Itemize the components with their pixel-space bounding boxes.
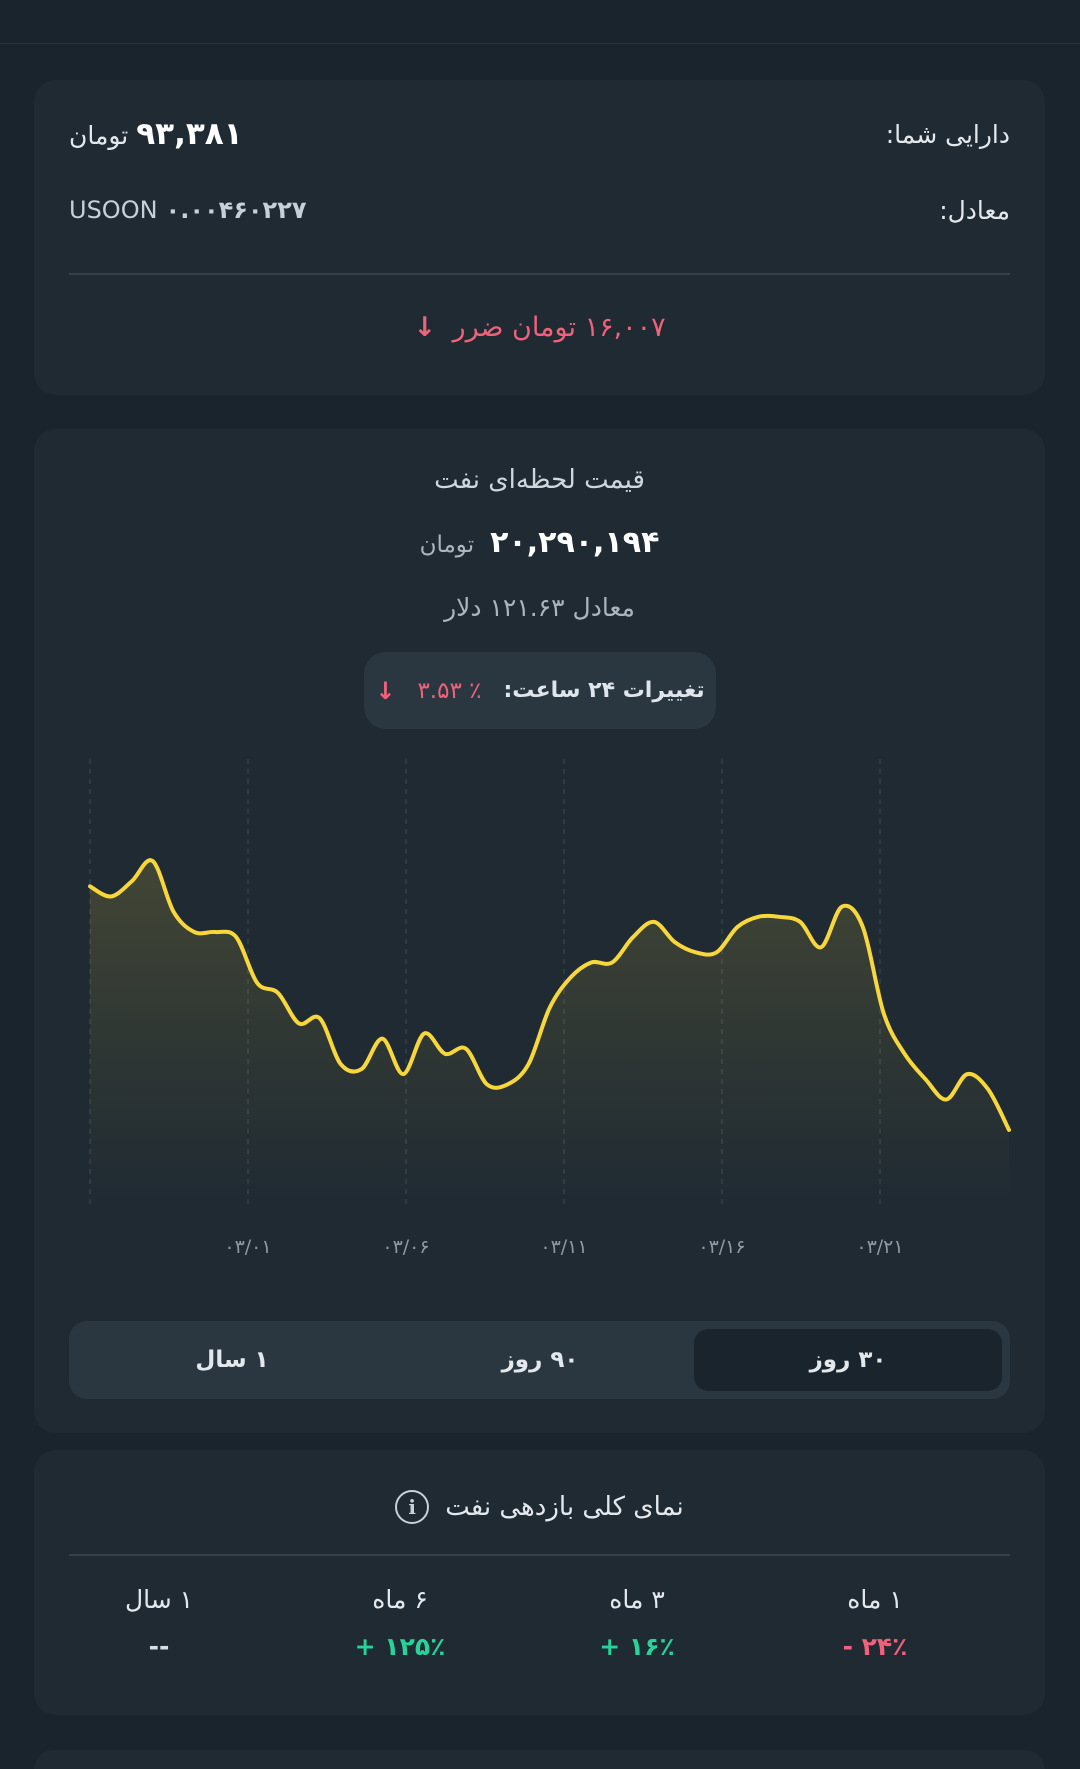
price-row: تومان ۲۰,۲۹۰,۱۹۴ xyxy=(34,525,1045,560)
assets-divider xyxy=(69,273,1010,275)
performance-item: ۱ ماه - ۲۴٪ xyxy=(775,1585,975,1661)
performance-value: + ۱۲۵٪ xyxy=(354,1632,446,1661)
performance-value: + ۱۶٪ xyxy=(599,1632,675,1661)
performance-item: ۶ ماه + ۱۲۵٪ xyxy=(300,1585,500,1661)
change-value: ٪ ۳.۵۳ xyxy=(417,677,482,704)
performance-period: ۱ سال xyxy=(124,1585,194,1614)
performance-value: -- xyxy=(148,1632,170,1661)
profit-loss: ۱۶,۰۰۷ تومان ضرر ↓ xyxy=(34,312,1045,343)
x-tick-label: ۰۳/۰۱ xyxy=(224,1236,271,1258)
arrow-down-icon: ↓ xyxy=(375,676,396,705)
change-label: تغییرات ۲۴ ساعت: xyxy=(503,678,705,703)
change-badge: تغییرات ۲۴ ساعت: ٪ ۳.۵۳ ↓ xyxy=(364,652,716,729)
price-unit: تومان xyxy=(419,532,475,558)
assets-amount-unit: تومان xyxy=(69,121,129,150)
performance-item: ۱ سال -- xyxy=(59,1585,259,1661)
assets-amount: تومان ۹۳,۳۸۱ xyxy=(69,116,243,152)
tab-90-days[interactable]: ۹۰ روز xyxy=(386,1329,694,1391)
price-card: قیمت لحظه‌ای نفت تومان ۲۰,۲۹۰,۱۹۴ معادل … xyxy=(34,429,1045,1433)
header-divider xyxy=(0,43,1080,44)
arrow-down-icon: ↓ xyxy=(413,312,436,343)
equiv-label: معادل: xyxy=(939,196,1010,225)
performance-title: نمای کلی بازدهی نفت xyxy=(445,1492,684,1522)
assets-amount-value: ۹۳,۳۸۱ xyxy=(136,116,243,152)
loss-text: ۱۶,۰۰۷ تومان ضرر xyxy=(452,312,666,343)
tab-30-days[interactable]: ۳۰ روز xyxy=(694,1329,1002,1391)
performance-divider xyxy=(69,1554,1010,1556)
assets-label: دارایی شما: xyxy=(885,120,1010,149)
x-axis-labels: ۰۳/۰۱ ۰۳/۰۶ ۰۳/۱۱ ۰۳/۱۶ ۰۳/۲۱ xyxy=(224,1236,903,1258)
next-card xyxy=(34,1750,1045,1769)
range-selector: ۳۰ روز ۹۰ روز ۱ سال xyxy=(69,1321,1010,1399)
tab-1-year[interactable]: ۱ سال xyxy=(78,1329,386,1391)
price-title: قیمت لحظه‌ای نفت xyxy=(434,465,645,495)
equiv-value: ۰.۰۰۴۶۰۲۲۷ xyxy=(165,196,307,224)
performance-period: ۱ ماه xyxy=(847,1585,903,1614)
performance-value: - ۲۴٪ xyxy=(842,1632,908,1661)
performance-period: ۶ ماه xyxy=(372,1585,428,1614)
x-tick-label: ۰۳/۱۱ xyxy=(540,1236,587,1258)
price-chart[interactable]: ۰۳/۰۱ ۰۳/۰۶ ۰۳/۱۱ ۰۳/۱۶ ۰۳/۲۱ xyxy=(34,759,1045,1319)
x-tick-label: ۰۳/۱۶ xyxy=(698,1236,745,1258)
performance-header: نمای کلی بازدهی نفت i xyxy=(34,1490,1045,1524)
performance-item: ۳ ماه + ۱۶٪ xyxy=(537,1585,737,1661)
price-value: ۲۰,۲۹۰,۱۹۴ xyxy=(490,525,660,560)
equiv-amount: USOON ۰.۰۰۴۶۰۲۲۷ xyxy=(69,196,307,224)
x-tick-label: ۰۳/۰۶ xyxy=(382,1236,429,1258)
assets-row: دارایی شما: تومان ۹۳,۳۸۱ xyxy=(69,116,1010,160)
assets-card: دارایی شما: تومان ۹۳,۳۸۱ معادل: USOON ۰.… xyxy=(34,80,1045,395)
chart-area-fill xyxy=(90,860,1009,1204)
equiv-row: معادل: USOON ۰.۰۰۴۶۰۲۲۷ xyxy=(69,196,1010,236)
performance-period: ۳ ماه xyxy=(609,1585,665,1614)
equiv-unit: USOON xyxy=(69,196,158,224)
performance-card: نمای کلی بازدهی نفت i ۱ ماه - ۲۴٪ ۳ ماه … xyxy=(34,1450,1045,1715)
info-icon[interactable]: i xyxy=(395,1490,430,1524)
price-equiv: معادل ۱۲۱.۶۳ دلار xyxy=(444,593,635,622)
x-tick-label: ۰۳/۲۱ xyxy=(856,1236,903,1258)
